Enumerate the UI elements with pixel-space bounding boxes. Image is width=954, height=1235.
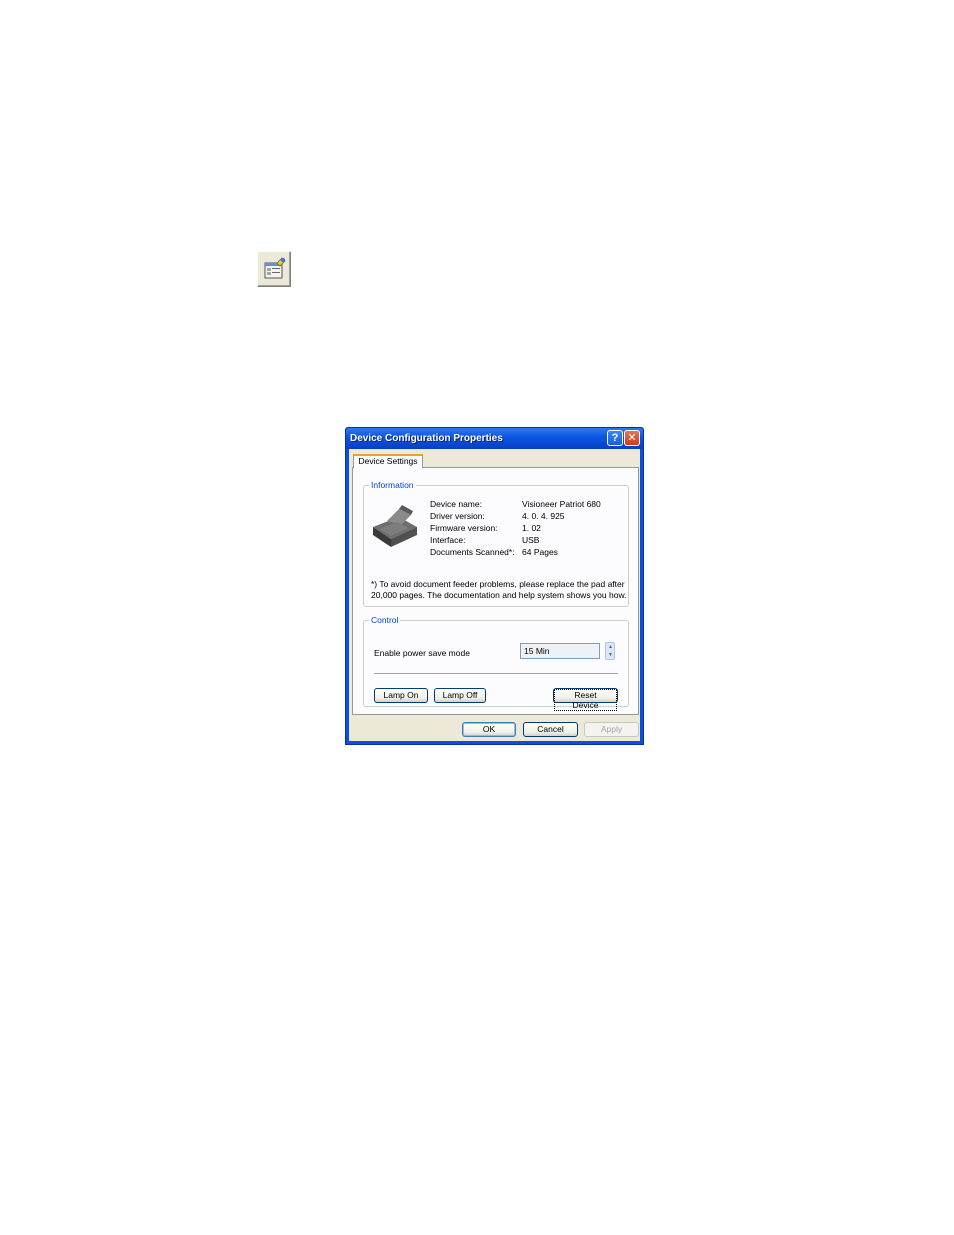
- apply-button[interactable]: Apply: [584, 722, 639, 737]
- power-save-input[interactable]: 15 Min: [520, 643, 600, 659]
- close-button[interactable]: ✕: [624, 430, 640, 446]
- help-icon: ?: [611, 432, 619, 444]
- reset-device-label: Reset Device: [554, 689, 617, 711]
- help-button[interactable]: ?: [607, 430, 623, 446]
- info-value: Visioneer Patriot 680: [522, 499, 601, 509]
- dialog-title: Device Configuration Properties: [350, 433, 503, 444]
- info-value: USB: [522, 535, 540, 545]
- spin-up-icon[interactable]: ▲: [607, 643, 614, 651]
- dialog-titlebar[interactable]: Device Configuration Properties ? ✕: [346, 428, 643, 449]
- close-icon: ✕: [627, 432, 637, 444]
- control-group: Control Enable power save mode 15 Min ▲ …: [363, 615, 629, 711]
- device-configuration-icon: [264, 257, 286, 279]
- reset-device-button[interactable]: Reset Device: [553, 688, 618, 711]
- dialog-client-area: Device Settings Information Device name:…: [349, 449, 640, 741]
- power-save-spinner[interactable]: ▲ ▼: [605, 642, 615, 660]
- info-row-documents-scanned: Documents Scanned*: 64 Pages: [430, 547, 558, 557]
- scanner-image: [373, 505, 417, 547]
- information-group: Information Device name: Visioneer Patri…: [363, 480, 629, 607]
- device-configuration-dialog: Device Configuration Properties ? ✕ Devi…: [345, 427, 644, 745]
- info-label: Firmware version:: [430, 523, 498, 533]
- power-save-label: Enable power save mode: [374, 648, 470, 658]
- information-legend: Information: [369, 480, 416, 490]
- ok-button[interactable]: OK: [462, 722, 516, 737]
- info-label: Device name:: [430, 499, 482, 509]
- info-value: 4. 0. 4. 925: [522, 511, 565, 521]
- info-label: Documents Scanned*:: [430, 547, 515, 557]
- info-row-device-name: Device name: Visioneer Patriot 680: [430, 499, 601, 509]
- info-row-firmware-version: Firmware version: 1. 02: [430, 523, 541, 533]
- info-label: Interface:: [430, 535, 466, 545]
- lamp-on-button[interactable]: Lamp On: [374, 688, 428, 703]
- info-row-driver-version: Driver version: 4. 0. 4. 925: [430, 511, 565, 521]
- device-configuration-toolbar-button[interactable]: [257, 251, 291, 287]
- pad-replacement-note: *) To avoid document feeder problems, pl…: [371, 579, 627, 600]
- info-value: 1. 02: [522, 523, 541, 533]
- spin-down-icon[interactable]: ▼: [607, 651, 614, 659]
- control-legend: Control: [369, 615, 401, 625]
- device-settings-panel: Information Device name: Visioneer Patri…: [352, 467, 639, 715]
- info-label: Driver version:: [430, 511, 485, 521]
- info-row-interface: Interface: USB: [430, 535, 539, 545]
- info-value: 64 Pages: [522, 547, 558, 557]
- lamp-off-button[interactable]: Lamp Off: [434, 688, 486, 703]
- cancel-button[interactable]: Cancel: [523, 722, 578, 737]
- tab-device-settings[interactable]: Device Settings: [353, 454, 423, 468]
- control-separator: [374, 673, 618, 675]
